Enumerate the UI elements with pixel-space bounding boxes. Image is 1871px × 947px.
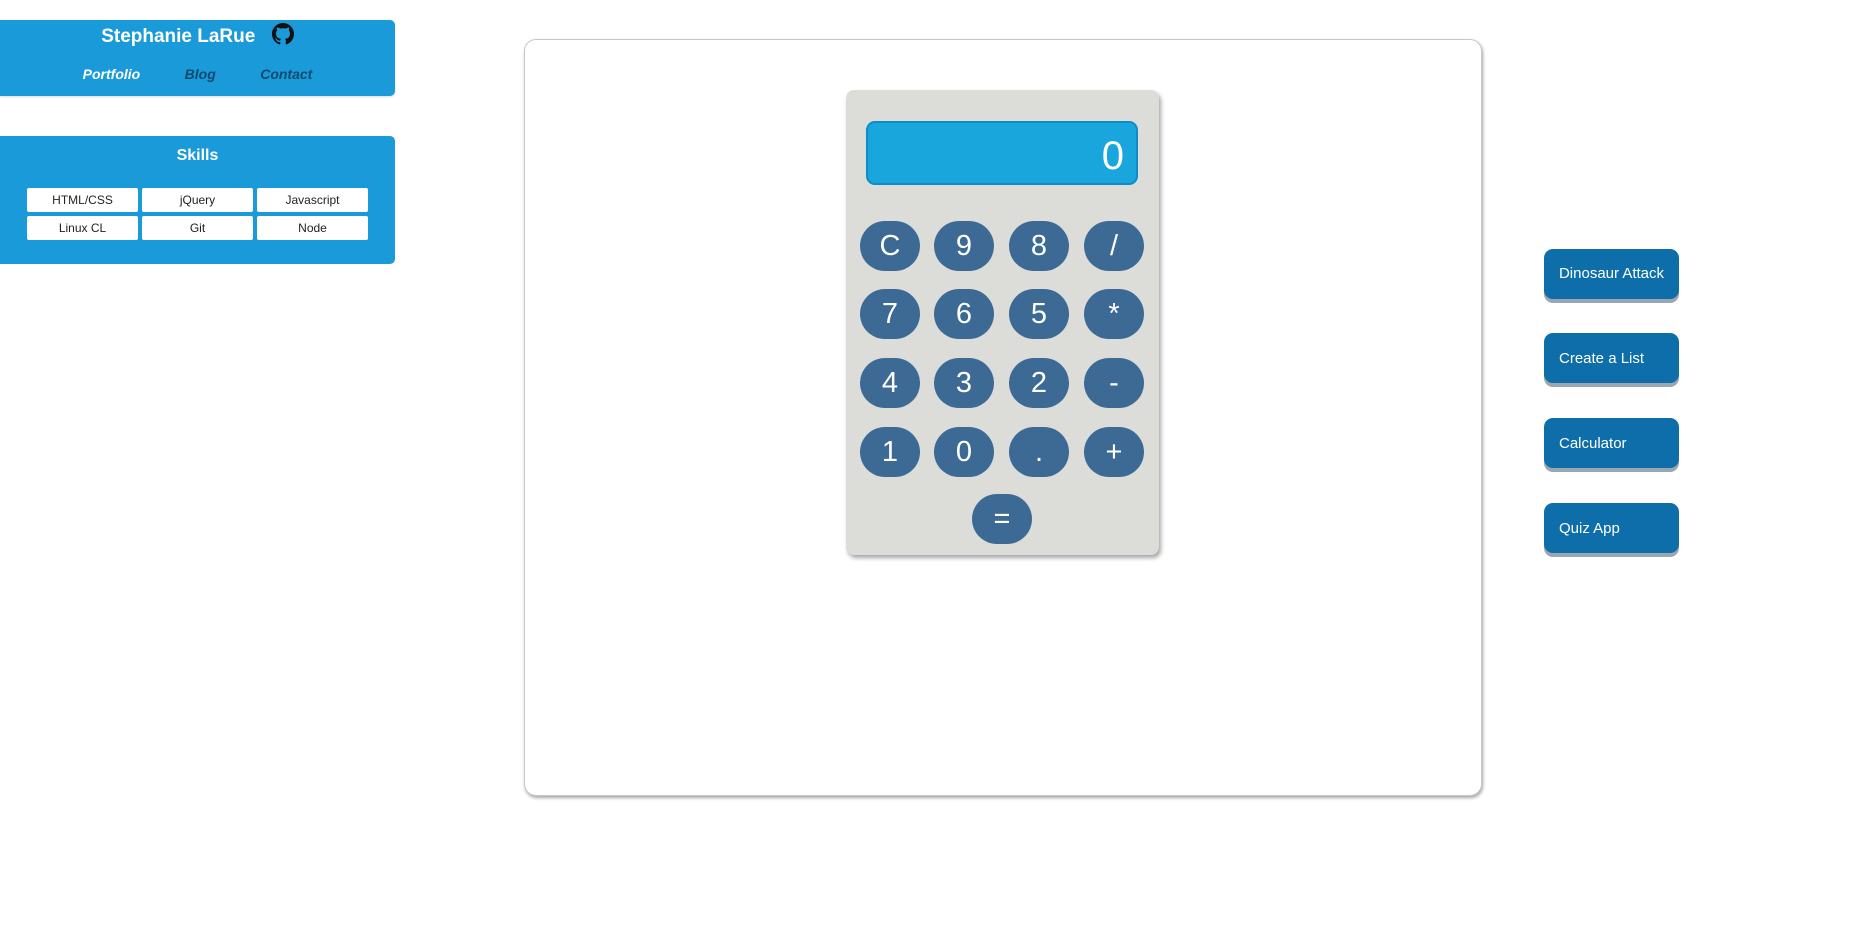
calc-key-7[interactable]: 7 bbox=[860, 289, 920, 339]
calc-key-4[interactable]: 4 bbox=[860, 358, 920, 408]
calc-key-equals[interactable]: = bbox=[972, 494, 1032, 544]
skills-title: Skills bbox=[176, 147, 219, 164]
skill-chip: Git bbox=[142, 216, 253, 240]
project-button-quiz-app[interactable]: Quiz App bbox=[1544, 503, 1679, 553]
skill-chip: jQuery bbox=[142, 188, 253, 212]
skills-panel: Skills HTML/CSS jQuery Javascript Linux … bbox=[0, 136, 395, 264]
calc-key-6[interactable]: 6 bbox=[934, 289, 994, 339]
calc-key-2[interactable]: 2 bbox=[1009, 358, 1069, 408]
nav-portfolio[interactable]: Portfolio bbox=[83, 66, 141, 82]
calc-key-9[interactable]: 9 bbox=[934, 221, 994, 271]
calc-key-decimal[interactable]: . bbox=[1009, 427, 1069, 477]
calc-key-clear[interactable]: C bbox=[860, 221, 920, 271]
calc-key-3[interactable]: 3 bbox=[934, 358, 994, 408]
calculator: 0 C 9 8 / 7 6 5 * 4 3 2 - 1 0 . + = bbox=[846, 90, 1159, 555]
skill-chip: HTML/CSS bbox=[27, 188, 138, 212]
calculator-display: 0 bbox=[866, 121, 1138, 185]
project-button-create-a-list[interactable]: Create a List bbox=[1544, 333, 1679, 383]
calc-key-add[interactable]: + bbox=[1084, 427, 1144, 477]
nav-blog[interactable]: Blog bbox=[185, 66, 216, 82]
project-button-calculator[interactable]: Calculator bbox=[1544, 418, 1679, 468]
header-panel: Stephanie LaRue Portfolio Blog Contact bbox=[0, 20, 395, 96]
github-icon[interactable] bbox=[271, 23, 294, 45]
site-title: Stephanie LaRue bbox=[101, 26, 256, 47]
calc-key-divide[interactable]: / bbox=[1084, 221, 1144, 271]
skill-chip: Javascript bbox=[257, 188, 368, 212]
skill-chip: Node bbox=[257, 216, 368, 240]
calc-key-1[interactable]: 1 bbox=[860, 427, 920, 477]
calc-key-multiply[interactable]: * bbox=[1084, 289, 1144, 339]
calc-key-0[interactable]: 0 bbox=[934, 427, 994, 477]
project-button-dinosaur-attack[interactable]: Dinosaur Attack bbox=[1544, 249, 1679, 299]
calc-key-8[interactable]: 8 bbox=[1009, 221, 1069, 271]
header-title-row: Stephanie LaRue bbox=[0, 23, 395, 48]
nav-contact[interactable]: Contact bbox=[260, 66, 312, 82]
calc-key-5[interactable]: 5 bbox=[1009, 289, 1069, 339]
skill-chip: Linux CL bbox=[27, 216, 138, 240]
calc-key-subtract[interactable]: - bbox=[1084, 358, 1144, 408]
skills-grid: HTML/CSS jQuery Javascript Linux CL Git … bbox=[27, 188, 368, 240]
nav-bar: Portfolio Blog Contact bbox=[0, 66, 395, 84]
